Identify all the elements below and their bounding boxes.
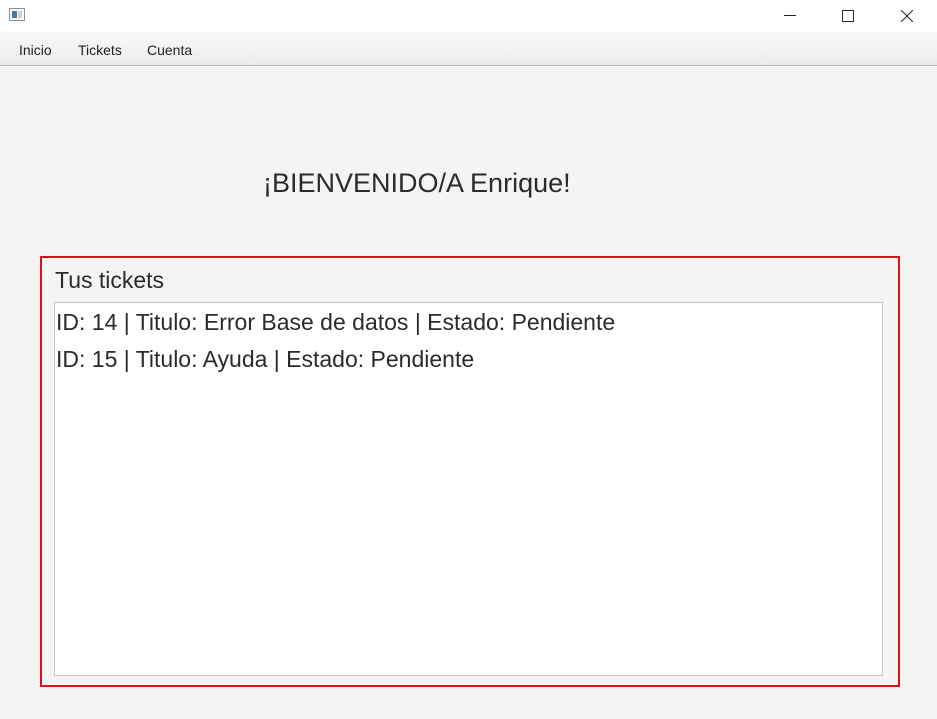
menu-cuenta[interactable]: Cuenta <box>141 32 198 65</box>
minimize-button[interactable] <box>767 0 813 32</box>
maximize-button[interactable] <box>825 0 871 32</box>
tickets-list[interactable]: ID: 14 | Titulo: Error Base de datos | E… <box>54 302 883 676</box>
welcome-heading: ¡BIENVENIDO/A Enrique! <box>263 168 571 198</box>
list-item[interactable]: ID: 15 | Titulo: Ayuda | Estado: Pendien… <box>56 341 474 378</box>
menu-inicio[interactable]: Inicio <box>13 32 58 65</box>
close-icon <box>901 10 913 22</box>
title-bar[interactable] <box>0 0 937 32</box>
tickets-label: Tus tickets <box>55 267 165 293</box>
maximize-icon <box>842 10 854 22</box>
app-window: Inicio Tickets Cuenta ¡BIENVENIDO/A Enri… <box>0 0 937 719</box>
tickets-panel: Tus tickets ID: 14 | Titulo: Error Base … <box>40 256 900 687</box>
menu-bar: Inicio Tickets Cuenta <box>0 32 937 66</box>
menu-tickets[interactable]: Tickets <box>72 32 128 65</box>
app-window-icon <box>9 8 25 21</box>
close-button[interactable] <box>884 0 930 32</box>
minimize-icon <box>784 15 796 16</box>
list-item[interactable]: ID: 14 | Titulo: Error Base de datos | E… <box>56 304 615 341</box>
